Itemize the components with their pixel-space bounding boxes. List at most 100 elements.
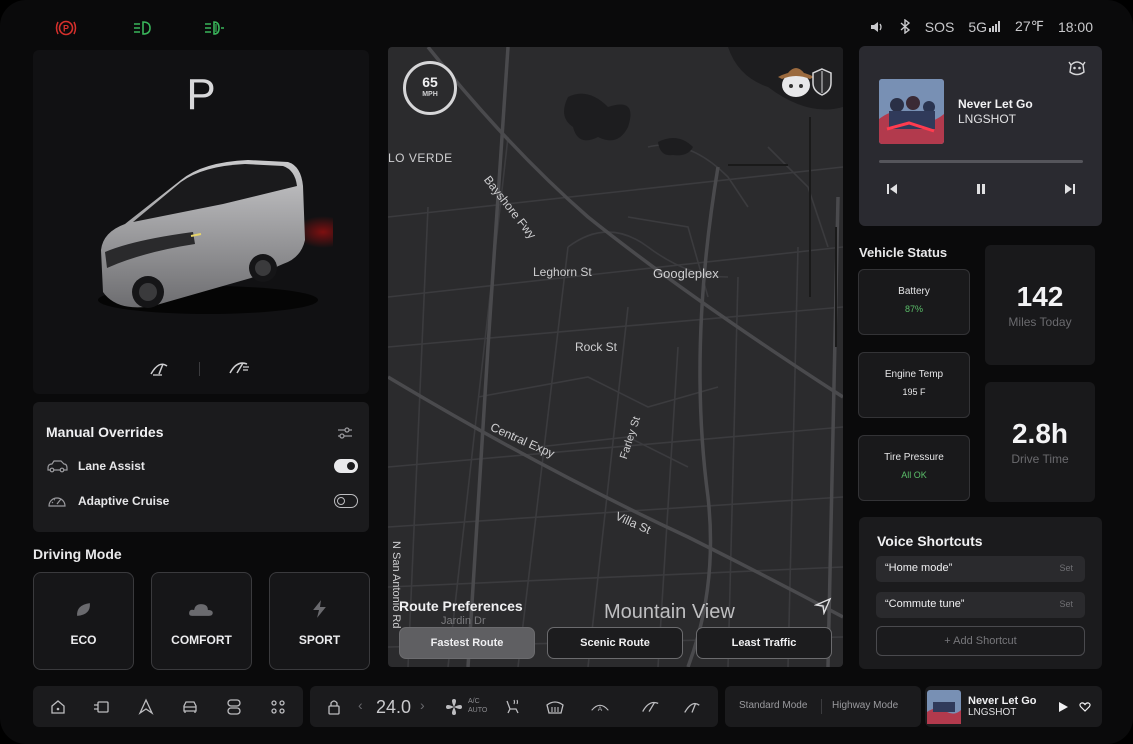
status-bar: P SOS 5G 27℉ 18:00: [0, 0, 1133, 50]
settings-sliders-icon[interactable]: [337, 426, 353, 440]
next-track-icon[interactable]: [1063, 182, 1077, 196]
standard-mode-button[interactable]: Standard Mode: [739, 700, 807, 711]
seat-heat-icon[interactable]: [502, 697, 522, 717]
apps-icon[interactable]: [268, 697, 288, 717]
gear-indicator: P: [186, 70, 216, 119]
volume-icon[interactable]: [869, 20, 885, 34]
temp-decrease-icon[interactable]: ‹: [358, 697, 363, 713]
wiper-icon[interactable]: [640, 697, 660, 717]
map-label-leghorn: Leghorn St: [533, 265, 592, 279]
rear-wiper-icon[interactable]: [148, 358, 170, 378]
tire-pressure-value: All OK: [901, 470, 927, 480]
car-icon[interactable]: [180, 697, 200, 717]
fastest-route-button[interactable]: Fastest Route: [399, 627, 535, 659]
voice-shortcuts-title: Voice Shortcuts: [877, 533, 983, 549]
scenic-route-button[interactable]: Scenic Route: [547, 627, 683, 659]
engine-temp-label: Engine Temp: [884, 369, 944, 380]
controls-icon[interactable]: [224, 697, 244, 717]
voice-shortcut-item[interactable]: “Home mode” Set: [876, 556, 1085, 582]
infotainment-screen: P SOS 5G 27℉ 18:00 P Manual Overrides La…: [0, 0, 1133, 744]
tire-pressure-card: Tire Pressure All OK: [858, 435, 970, 501]
front-wiper-icon[interactable]: [227, 358, 251, 378]
battery-label: Battery: [898, 286, 930, 297]
miles-today-label: Miles Today: [1008, 315, 1072, 329]
engine-temp-card: Engine Temp 195 F: [858, 352, 970, 418]
manual-overrides-title: Manual Overrides: [46, 424, 164, 440]
map-label-googleplex: Googleplex: [653, 266, 719, 281]
lane-assist-toggle[interactable]: [334, 459, 358, 473]
ac-indicator[interactable]: A/C AUTO: [468, 697, 487, 715]
fan-icon[interactable]: [444, 697, 464, 717]
network-label: 5G: [968, 18, 988, 35]
voice-shortcut-set-button[interactable]: Set: [1059, 563, 1073, 573]
navigation-arrow-icon[interactable]: [814, 597, 832, 615]
assistant-icon[interactable]: [1067, 59, 1087, 77]
sos-label[interactable]: SOS: [925, 19, 955, 35]
home-icon[interactable]: [48, 697, 68, 717]
signal-icon: [989, 20, 1001, 32]
eco-mode-label: ECO: [70, 633, 97, 647]
route-preferences-title: Route Preferences: [399, 598, 523, 614]
engine-temp-value: 195 F: [902, 387, 926, 397]
status-right: SOS 5G 27℉ 18:00: [869, 18, 1093, 35]
heart-icon[interactable]: [1079, 701, 1091, 713]
dashboard-icon[interactable]: [92, 697, 112, 717]
pause-icon[interactable]: [974, 182, 988, 196]
map-label-mountain-view: Mountain View: [604, 601, 735, 623]
album-art[interactable]: [879, 79, 944, 144]
least-traffic-button[interactable]: Least Traffic: [696, 627, 832, 659]
add-shortcut-button[interactable]: + Add Shortcut: [876, 626, 1085, 656]
rear-wiper-bar-icon[interactable]: [682, 697, 702, 717]
sport-mode-button[interactable]: SPORT: [269, 572, 370, 670]
play-icon[interactable]: [1057, 701, 1069, 713]
bluetooth-icon[interactable]: [899, 19, 911, 34]
playback-progress[interactable]: [879, 160, 1083, 163]
comfort-mode-button[interactable]: COMFORT: [151, 572, 252, 670]
drive-mode-bar: Standard Mode Highway Mode: [725, 686, 921, 727]
toggle-knob: [337, 497, 345, 505]
mini-album-art[interactable]: [927, 690, 961, 724]
speed-unit: MPH: [422, 91, 438, 98]
toggle-knob: [347, 462, 355, 470]
map-label-san-antonio: N San Antonio Rd: [390, 541, 402, 629]
eco-mode-button[interactable]: ECO: [33, 572, 134, 670]
front-defrost-icon[interactable]: A: [590, 697, 610, 717]
svg-text:A: A: [598, 706, 603, 713]
battery-value: 87%: [904, 304, 923, 314]
lightning-icon: [313, 600, 326, 618]
car-image: [98, 160, 333, 314]
sport-mode-label: SPORT: [298, 633, 341, 647]
lock-icon[interactable]: [324, 697, 344, 717]
navigation-map[interactable]: LO VERDE Bayshore Fwy Leghorn St Googlep…: [388, 47, 843, 667]
speed-value: 65: [422, 74, 438, 90]
adaptive-cruise-row[interactable]: Adaptive Cruise: [46, 491, 358, 511]
manual-overrides-panel: Manual Overrides Lane Assist Adaptive Cr…: [33, 402, 369, 532]
voice-shortcut-item[interactable]: “Commute tune” Set: [876, 592, 1085, 618]
lane-assist-row[interactable]: Lane Assist: [46, 456, 358, 476]
climate-bar: ‹ 24.0 › A/C AUTO A: [310, 686, 718, 727]
album-art-graphic: [879, 79, 944, 144]
lane-assist-label: Lane Assist: [78, 459, 145, 473]
music-player: Never Let Go LNGSHOT: [859, 46, 1102, 226]
temp-increase-icon[interactable]: ›: [420, 697, 425, 713]
voice-shortcut-set-button[interactable]: Set: [1059, 599, 1073, 609]
cloud-icon: [189, 604, 213, 616]
rear-defrost-icon[interactable]: [545, 697, 565, 717]
svg-text:P: P: [63, 24, 69, 34]
avatar-icon[interactable]: [776, 63, 836, 101]
previous-track-icon[interactable]: [885, 182, 899, 196]
comfort-mode-label: COMFORT: [171, 633, 232, 647]
map-label-jardin: Jardin Dr: [441, 615, 486, 627]
voice-shortcut-phrase: “Home mode”: [885, 562, 953, 574]
navigation-icon[interactable]: [136, 697, 156, 717]
adaptive-cruise-toggle[interactable]: [334, 494, 358, 508]
drive-time-label: Drive Time: [1011, 452, 1069, 466]
mini-song-title: Never Let Go: [968, 695, 1037, 707]
divider: [199, 362, 200, 376]
speedometer-icon: [48, 497, 66, 507]
song-artist: LNGSHOT: [958, 112, 1017, 126]
climate-temperature: 24.0: [376, 697, 412, 717]
highway-mode-button[interactable]: Highway Mode: [832, 700, 898, 711]
adaptive-cruise-label: Adaptive Cruise: [78, 494, 170, 508]
speed-indicator: 65 MPH: [403, 61, 457, 115]
